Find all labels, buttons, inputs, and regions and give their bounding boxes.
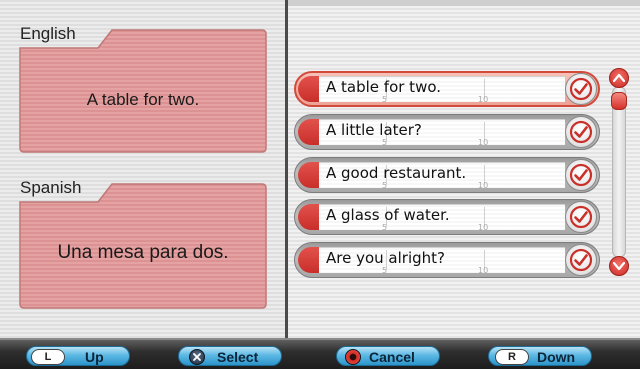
confirm-phrase-button[interactable] — [565, 116, 597, 148]
arrow-up-icon — [613, 73, 625, 83]
tick-label: 5 — [382, 266, 388, 275]
cancel-button[interactable]: Cancel — [336, 346, 440, 366]
phrase-row[interactable]: 5 10 A table for two. — [294, 71, 600, 107]
arrow-down-icon — [613, 261, 625, 271]
control-hint-bar: L Up Select Cancel R Down — [0, 338, 640, 369]
scroll-down-button[interactable] — [609, 256, 629, 276]
l-shoulder-button-glyph: L — [31, 349, 65, 365]
up-label: Up — [85, 349, 104, 365]
top-strip — [288, 0, 640, 6]
phrase-row[interactable]: 5 10 A little later? — [294, 114, 600, 150]
tick-label: 10 — [478, 181, 489, 190]
checkmark-icon — [569, 120, 593, 144]
phrase-text: A good restaurant. — [326, 164, 467, 182]
down-button[interactable]: R Down — [488, 346, 592, 366]
phrase-row[interactable]: 5 10 A glass of water. — [294, 199, 600, 235]
confirm-phrase-button[interactable] — [565, 159, 597, 191]
scrollbar-thumb[interactable] — [611, 92, 627, 110]
phrase-translator-screen: English A table for two. Spanish Una mes… — [0, 0, 640, 369]
checkmark-icon — [569, 205, 593, 229]
tick-label: 5 — [382, 223, 388, 232]
confirm-phrase-button[interactable] — [565, 201, 597, 233]
phrase-row[interactable]: 5 10 A good restaurant. — [294, 157, 600, 193]
tick-label: 10 — [478, 266, 489, 275]
phrase-text: Are you alright? — [326, 249, 445, 267]
r-shoulder-button-glyph: R — [495, 349, 529, 365]
phrase-list-scrollbar[interactable] — [607, 68, 631, 276]
cross-glyph — [193, 353, 201, 361]
source-text-card: A table for two. — [18, 28, 268, 154]
checkmark-icon — [569, 248, 593, 272]
circle-button-icon — [345, 349, 361, 365]
tick-label: 10 — [478, 223, 489, 232]
tick-label: 5 — [382, 138, 388, 147]
source-text: A table for two. — [86, 90, 200, 109]
select-label: Select — [217, 349, 259, 365]
cancel-label: Cancel — [369, 349, 415, 365]
select-button[interactable]: Select — [178, 346, 282, 366]
x-button-icon — [189, 349, 205, 365]
tick-label: 5 — [382, 181, 388, 190]
phrase-text: A glass of water. — [326, 206, 450, 224]
confirm-phrase-button[interactable] — [565, 244, 597, 276]
confirm-phrase-button[interactable] — [565, 73, 597, 105]
tick-label: 10 — [478, 138, 489, 147]
target-text: Una mesa para dos. — [57, 242, 229, 263]
tick-label: 5 — [382, 95, 388, 104]
tick-label: 10 — [478, 95, 489, 104]
phrase-text: A table for two. — [326, 78, 442, 96]
scroll-up-button[interactable] — [609, 68, 629, 88]
phrase-row[interactable]: 5 10 Are you alright? — [294, 242, 600, 278]
checkmark-icon — [569, 77, 593, 101]
target-text-card: Una mesa para dos. — [18, 182, 268, 310]
checkmark-icon — [569, 163, 593, 187]
up-button[interactable]: L Up — [26, 346, 130, 366]
scrollbar-track[interactable] — [612, 86, 626, 258]
phrase-text: A little later? — [326, 121, 422, 139]
translation-pane: English A table for two. Spanish Una mes… — [0, 0, 285, 338]
down-label: Down — [537, 349, 576, 365]
